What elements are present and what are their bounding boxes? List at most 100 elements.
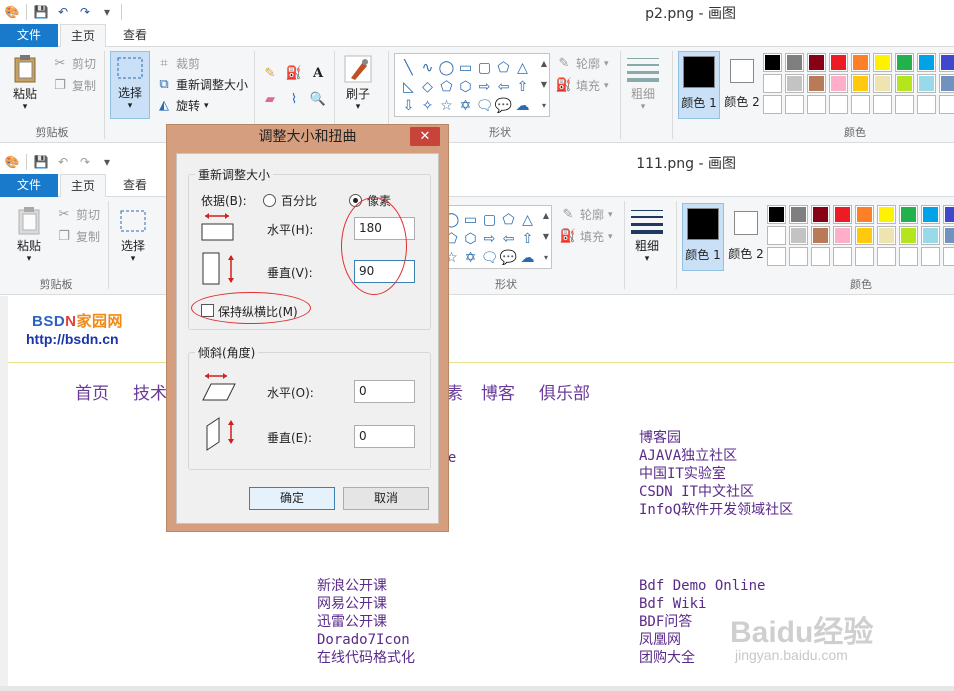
palette-swatch[interactable] <box>811 205 830 224</box>
save-icon[interactable]: 💾 <box>33 154 49 170</box>
palette-swatch-empty[interactable] <box>767 247 786 266</box>
scroll-up-icon[interactable]: ▲ <box>540 205 552 226</box>
brush-button[interactable]: 刷子 ▾ <box>341 53 375 112</box>
palette-swatch-empty[interactable] <box>785 95 804 114</box>
shapes-gallery[interactable]: ◯ ▭ ▢ ⬠ △ ⬠ ⬡ ⇨ ⇦ ⇧ ☆ ✡ 🗨 💬 ☁ <box>440 205 552 269</box>
callout-rect-shape-icon[interactable]: 🗨 <box>480 248 499 267</box>
palette-swatch[interactable] <box>767 226 786 245</box>
palette-swatch-empty[interactable] <box>855 247 874 266</box>
palette-swatch[interactable] <box>877 226 896 245</box>
color-picker-icon[interactable]: ⌇ <box>286 91 302 107</box>
palette-swatch-empty[interactable] <box>811 247 830 266</box>
pentagon-shape-icon[interactable]: ⬠ <box>437 77 456 96</box>
palette-swatch[interactable] <box>851 53 870 72</box>
color1-button[interactable]: 颜色 1 <box>678 51 720 119</box>
shapes-gallery[interactable]: ╲ ∿ ◯ ▭ ▢ ⬠ △ ◺ ◇ ⬠ ⬡ ⇨ ⇦ ⇧ ⇩ ✧ ☆ ✡ 🗨 💬 ☁ <box>394 53 550 117</box>
expand-gallery-icon[interactable]: ▾ <box>540 247 552 268</box>
hexagon-shape-icon[interactable]: ⬡ <box>456 77 475 96</box>
star6-shape-icon[interactable]: ✡ <box>456 96 475 115</box>
palette-swatch[interactable] <box>807 53 826 72</box>
diamond-shape-icon[interactable]: ◇ <box>418 77 437 96</box>
curve-shape-icon[interactable]: ∿ <box>418 58 437 77</box>
right-arrow-shape-icon[interactable]: ⇨ <box>480 229 499 248</box>
star5-shape-icon[interactable]: ☆ <box>437 96 456 115</box>
palette-swatch[interactable] <box>917 74 936 93</box>
tab-file[interactable]: 文件 <box>0 24 58 47</box>
cut-button[interactable]: ✂ 剪切 <box>56 206 100 223</box>
eraser-icon[interactable]: ▰ <box>262 91 278 107</box>
text-tool-icon[interactable]: A <box>310 65 326 81</box>
paste-button[interactable]: 粘贴 ▾ <box>12 205 46 264</box>
left-arrow-shape-icon[interactable]: ⇦ <box>499 229 518 248</box>
line-shape-icon[interactable]: ╲ <box>399 58 418 77</box>
palette-swatch[interactable] <box>789 226 808 245</box>
paint-app-icon[interactable]: 🎨 <box>4 154 20 170</box>
resize-button[interactable]: ⧉ 重新调整大小 <box>156 76 248 93</box>
skew-vertical-input[interactable]: 0 <box>354 425 415 448</box>
size-button[interactable]: 粗细 ▾ <box>626 53 660 112</box>
palette-swatch[interactable] <box>877 205 896 224</box>
save-icon[interactable]: 💾 <box>33 4 49 20</box>
palette-swatch[interactable] <box>917 53 936 72</box>
left-arrow-shape-icon[interactable]: ⇦ <box>494 77 513 96</box>
undo-icon[interactable]: ↶ <box>55 154 71 170</box>
outline-button[interactable]: ✎ 轮廓 ▾ <box>556 55 609 72</box>
palette-swatch-empty[interactable] <box>921 247 940 266</box>
cloud-shape-icon[interactable]: ☁ <box>513 96 532 115</box>
palette-swatch[interactable] <box>939 53 954 72</box>
palette-swatch[interactable] <box>899 226 918 245</box>
paint-app-icon[interactable]: 🎨 <box>4 4 20 20</box>
oval-shape-icon[interactable]: ◯ <box>437 58 456 77</box>
up-arrow-shape-icon[interactable]: ⇧ <box>518 229 537 248</box>
palette-swatch-empty[interactable] <box>833 247 852 266</box>
palette-swatch[interactable] <box>833 226 852 245</box>
palette-swatch[interactable] <box>939 74 954 93</box>
ok-button[interactable]: 确定 <box>249 487 335 510</box>
star6-shape-icon[interactable]: ✡ <box>461 248 480 267</box>
magnifier-icon[interactable]: 🔍 <box>310 91 326 107</box>
triangle-shape-icon[interactable]: △ <box>513 58 532 77</box>
color1-button[interactable]: 颜色 1 <box>682 203 724 271</box>
palette-swatch[interactable] <box>943 205 954 224</box>
palette-swatch-empty[interactable] <box>943 247 954 266</box>
rounded-rect-shape-icon[interactable]: ▢ <box>480 210 499 229</box>
up-arrow-shape-icon[interactable]: ⇧ <box>513 77 532 96</box>
palette-swatch[interactable] <box>789 205 808 224</box>
polygon-shape-icon[interactable]: ⬠ <box>494 58 513 77</box>
fill-bucket-icon[interactable]: ⛽ <box>286 65 302 81</box>
customize-toolbar-icon[interactable]: ▾ <box>99 154 115 170</box>
shapes-scroll[interactable]: ▲ ▼ ▾ <box>538 53 550 117</box>
rectangle-shape-icon[interactable]: ▭ <box>456 58 475 77</box>
palette-swatch[interactable] <box>873 53 892 72</box>
crop-button[interactable]: ⌗ 裁剪 <box>156 55 200 72</box>
callout-oval-shape-icon[interactable]: 💬 <box>499 248 518 267</box>
palette-swatch[interactable] <box>785 53 804 72</box>
shapes-scroll[interactable]: ▲ ▼ ▾ <box>540 205 552 269</box>
tab-home[interactable]: 主页 <box>60 24 106 48</box>
palette-swatch-empty[interactable] <box>899 247 918 266</box>
palette-swatch[interactable] <box>833 205 852 224</box>
copy-button[interactable]: ❐ 复制 <box>56 228 100 245</box>
down-arrow-shape-icon[interactable]: ⇩ <box>399 96 418 115</box>
rounded-rect-shape-icon[interactable]: ▢ <box>475 58 494 77</box>
palette-swatch-empty[interactable] <box>851 95 870 114</box>
color2-button[interactable]: 颜色 2 <box>726 203 766 271</box>
outline-button[interactable]: ✎ 轮廓 ▾ <box>560 206 613 223</box>
palette-swatch-empty[interactable] <box>763 95 782 114</box>
undo-icon[interactable]: ↶ <box>55 4 71 20</box>
pencil-icon[interactable]: ✎ <box>262 65 278 81</box>
palette-swatch-empty[interactable] <box>917 95 936 114</box>
palette-swatch[interactable] <box>895 53 914 72</box>
customize-toolbar-icon[interactable]: ▾ <box>99 4 115 20</box>
scroll-down-icon[interactable]: ▼ <box>538 74 550 95</box>
paste-button[interactable]: 粘贴 ▾ <box>8 53 42 112</box>
palette-swatch-empty[interactable] <box>807 95 826 114</box>
select-button[interactable]: 选择 ▾ <box>116 205 150 264</box>
expand-gallery-icon[interactable]: ▾ <box>538 95 550 116</box>
palette-swatch[interactable] <box>785 74 804 93</box>
fill-button[interactable]: ⛽ 填充 ▾ <box>560 228 613 245</box>
select-button[interactable]: 选择 ▾ <box>110 51 150 119</box>
tab-view[interactable]: 查看 <box>110 174 160 197</box>
palette-swatch[interactable] <box>763 53 782 72</box>
rectangle-shape-icon[interactable]: ▭ <box>461 210 480 229</box>
